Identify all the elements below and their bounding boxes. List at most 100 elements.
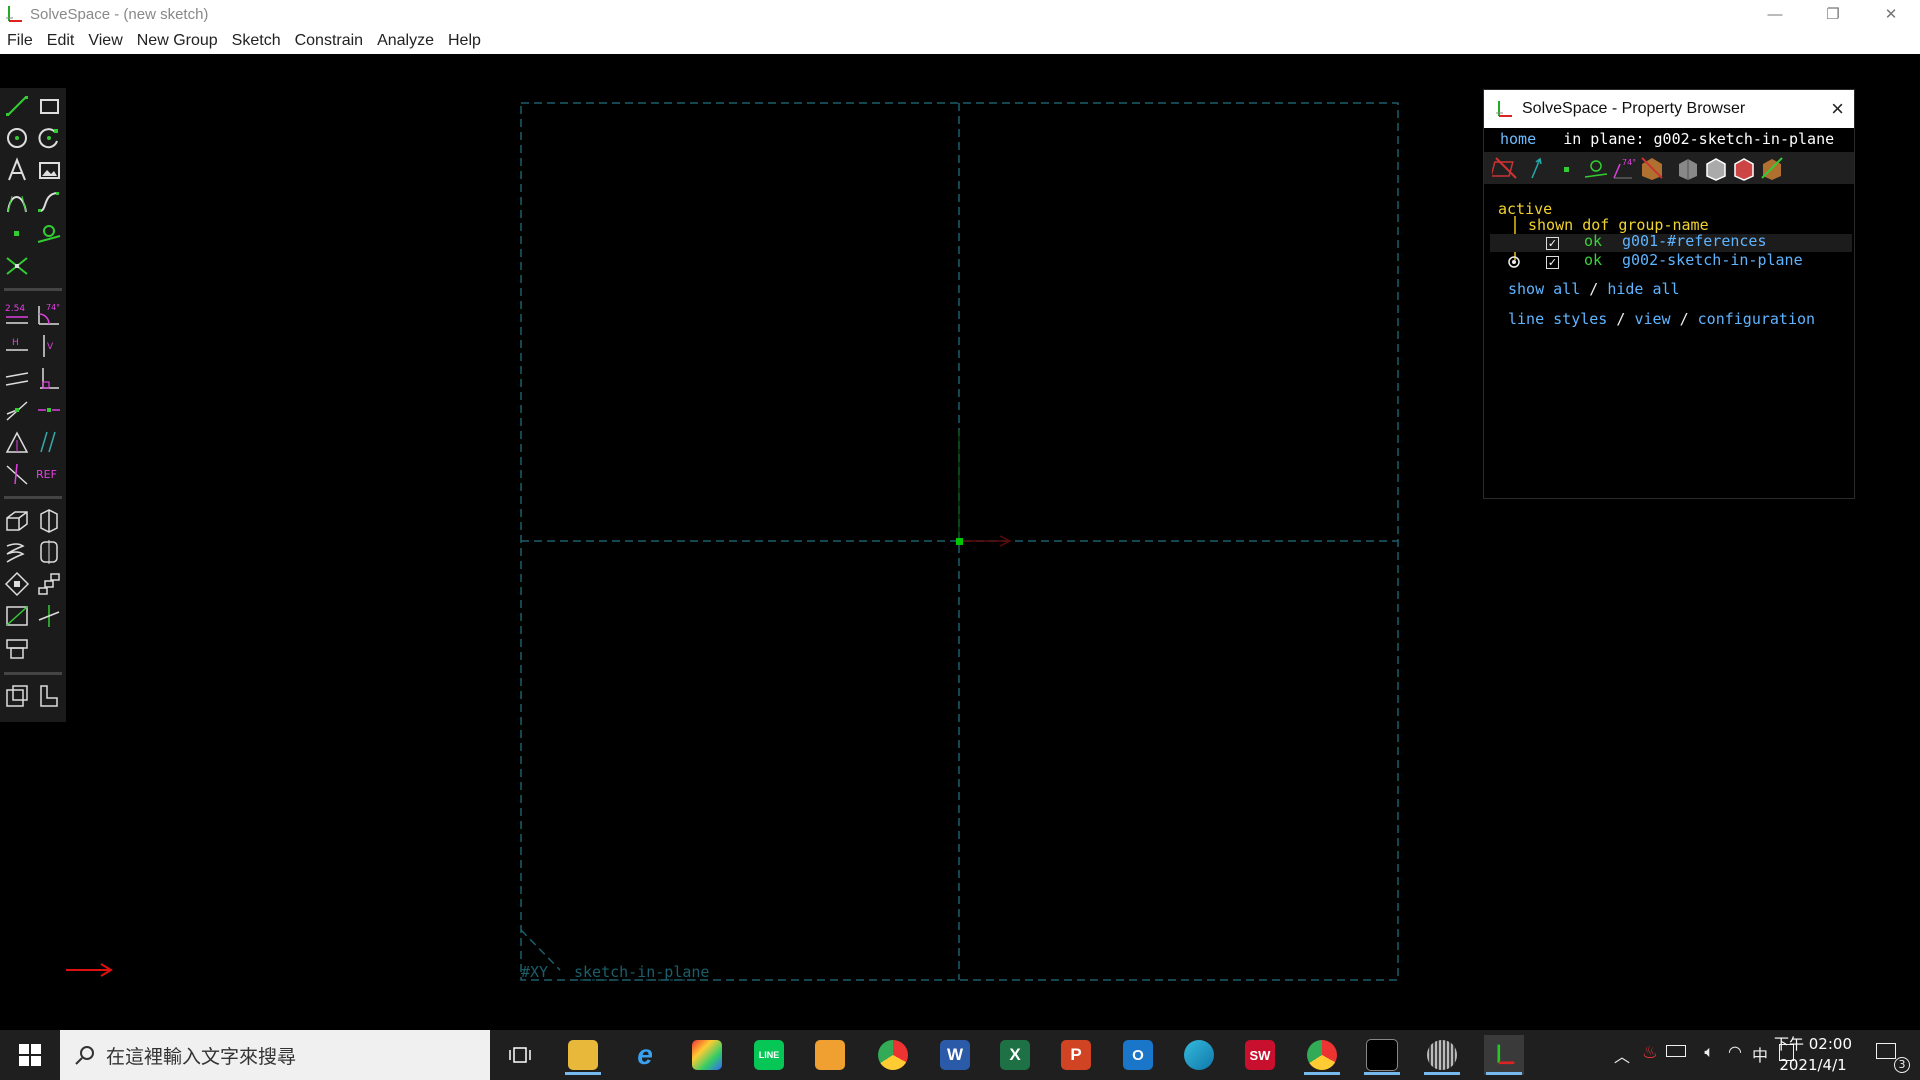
vertical-constraint-icon[interactable]: V (35, 332, 63, 360)
clock[interactable]: 下午 02:00 2021/4/1 (1768, 1034, 1858, 1076)
paint-app-icon[interactable] (687, 1035, 727, 1075)
solvespace-taskbar-icon[interactable] (1484, 1035, 1524, 1075)
translate-group-icon[interactable] (35, 570, 63, 598)
chevron-up-icon[interactable]: ︿ (1614, 1043, 1630, 1067)
battery-icon[interactable] (1666, 1045, 1686, 1057)
globe-app-icon[interactable] (1422, 1035, 1462, 1075)
group-visible-checkbox[interactable]: ✓ (1546, 256, 1559, 269)
line-tool-icon[interactable] (3, 92, 31, 120)
maximize-button[interactable]: ❐ (1804, 0, 1862, 28)
show-shaded-icon[interactable] (1674, 154, 1702, 182)
menu-file[interactable]: File (0, 32, 40, 50)
origin-point[interactable] (956, 538, 963, 545)
workplane-group-icon[interactable] (3, 602, 31, 630)
group-visible-checkbox[interactable]: ✓ (1546, 237, 1559, 250)
group-name-link[interactable]: g001-#references (1622, 232, 1767, 250)
home-link[interactable]: home (1500, 130, 1536, 148)
menu-view[interactable]: View (81, 32, 129, 50)
show-mesh-icon[interactable] (1758, 154, 1786, 182)
revolve-group-icon[interactable] (35, 538, 63, 566)
tangent-constraint-icon[interactable] (3, 460, 31, 488)
terminal-icon[interactable] (1362, 1035, 1402, 1075)
menu-new-group[interactable]: New Group (130, 32, 225, 50)
menu-edit[interactable]: Edit (40, 32, 82, 50)
notification-count: 3 (1894, 1057, 1910, 1073)
workplane-tool-icon[interactable] (35, 220, 63, 248)
taskbar-search[interactable]: 在這裡輸入文字來搜尋 (60, 1030, 490, 1080)
show-normals-icon[interactable] (1522, 154, 1550, 182)
sketch-in-plane-icon[interactable] (35, 682, 63, 710)
extrude-group-icon[interactable] (3, 506, 31, 534)
symmetric-constraint-icon[interactable] (3, 428, 31, 456)
spline-tool-icon[interactable] (35, 188, 63, 216)
assemble-icon[interactable] (3, 634, 31, 662)
split-curves-icon[interactable] (3, 252, 31, 280)
menu-analyze[interactable]: Analyze (370, 32, 441, 50)
show-points-icon[interactable] (1552, 154, 1580, 182)
horizontal-constraint-icon[interactable]: H (3, 332, 31, 360)
start-button[interactable] (0, 1030, 60, 1080)
show-outlines-icon[interactable] (1730, 154, 1758, 182)
chrome-icon[interactable] (873, 1035, 913, 1075)
point-tool-icon[interactable] (3, 220, 31, 248)
menu-constrain[interactable]: Constrain (288, 32, 370, 50)
show-faces-icon[interactable] (1638, 154, 1666, 182)
point-on-line-constraint-icon[interactable] (3, 396, 31, 424)
minimize-button[interactable]: — (1746, 0, 1804, 28)
text-tool-icon[interactable] (3, 156, 31, 184)
ime-indicator[interactable]: 中 (1752, 1042, 1768, 1066)
group-name-link[interactable]: g002-sketch-in-plane (1622, 251, 1803, 269)
link-group-icon[interactable] (3, 682, 31, 710)
reference-constraint-label: REF (36, 468, 57, 481)
task-view-icon[interactable] (500, 1035, 540, 1075)
volume-icon[interactable]: 🔈︎ (1704, 1042, 1714, 1062)
media-player-icon[interactable] (810, 1035, 850, 1075)
hide-all-link[interactable]: hide all (1607, 280, 1679, 298)
show-constraints-icon[interactable]: 74° (1610, 154, 1638, 182)
property-browser: SolveSpace - Property Browser × home in … (1483, 89, 1855, 499)
line-app-icon[interactable]: LINE (749, 1035, 789, 1075)
close-button[interactable]: ✕ (1862, 0, 1920, 28)
sketch-in-3d-icon[interactable] (35, 602, 63, 630)
chrome-icon-2[interactable] (1302, 1035, 1342, 1075)
lathe-group-icon[interactable] (35, 506, 63, 534)
excel-icon[interactable]: X (995, 1035, 1035, 1075)
rotate-group-icon[interactable] (3, 570, 31, 598)
active-group-radio-icon[interactable] (1506, 254, 1522, 270)
reference-constraint-icon[interactable]: REF (35, 460, 63, 488)
circle-tool-icon[interactable] (3, 124, 31, 152)
solidworks-icon[interactable]: SW (1240, 1035, 1280, 1075)
menu-sketch[interactable]: Sketch (225, 32, 288, 50)
show-workplanes-icon[interactable] (1490, 154, 1520, 182)
bezier-tool-icon[interactable] (3, 188, 31, 216)
wifi-icon[interactable]: ◠ (1728, 1042, 1742, 1061)
perpendicular-constraint-icon[interactable] (35, 364, 63, 392)
adobe-tray-icon[interactable]: ♨ (1642, 1042, 1658, 1063)
equal-constraint-icon[interactable] (35, 428, 63, 456)
powerpoint-icon[interactable]: P (1056, 1035, 1096, 1075)
show-construction-icon[interactable] (1582, 154, 1610, 182)
rectangle-tool-icon[interactable] (35, 92, 63, 120)
separator: / (1679, 310, 1689, 328)
configuration-link[interactable]: configuration (1698, 310, 1815, 328)
word-icon[interactable]: W (935, 1035, 975, 1075)
edge-icon[interactable] (1179, 1035, 1219, 1075)
show-all-link[interactable]: show all (1508, 280, 1580, 298)
close-icon[interactable]: × (1831, 96, 1844, 122)
view-link[interactable]: view (1634, 310, 1670, 328)
line-styles-link[interactable]: line styles (1508, 310, 1607, 328)
helix-group-icon[interactable] (3, 538, 31, 566)
image-tool-icon[interactable] (35, 156, 63, 184)
midpoint-constraint-icon[interactable] (35, 396, 63, 424)
internet-explorer-icon[interactable]: e (625, 1035, 665, 1075)
file-explorer-icon[interactable] (563, 1035, 603, 1075)
parallel-constraint-icon[interactable] (3, 364, 31, 392)
show-edges-icon[interactable] (1702, 154, 1730, 182)
menu-help[interactable]: Help (441, 32, 488, 50)
arc-tool-icon[interactable] (35, 124, 63, 152)
distance-constraint-icon[interactable]: 2.54 (3, 300, 31, 328)
group-status: ok (1584, 251, 1603, 269)
outlook-icon[interactable]: O (1118, 1035, 1158, 1075)
angle-constraint-icon[interactable]: 74° (35, 300, 63, 328)
notification-icon[interactable] (1876, 1043, 1896, 1059)
